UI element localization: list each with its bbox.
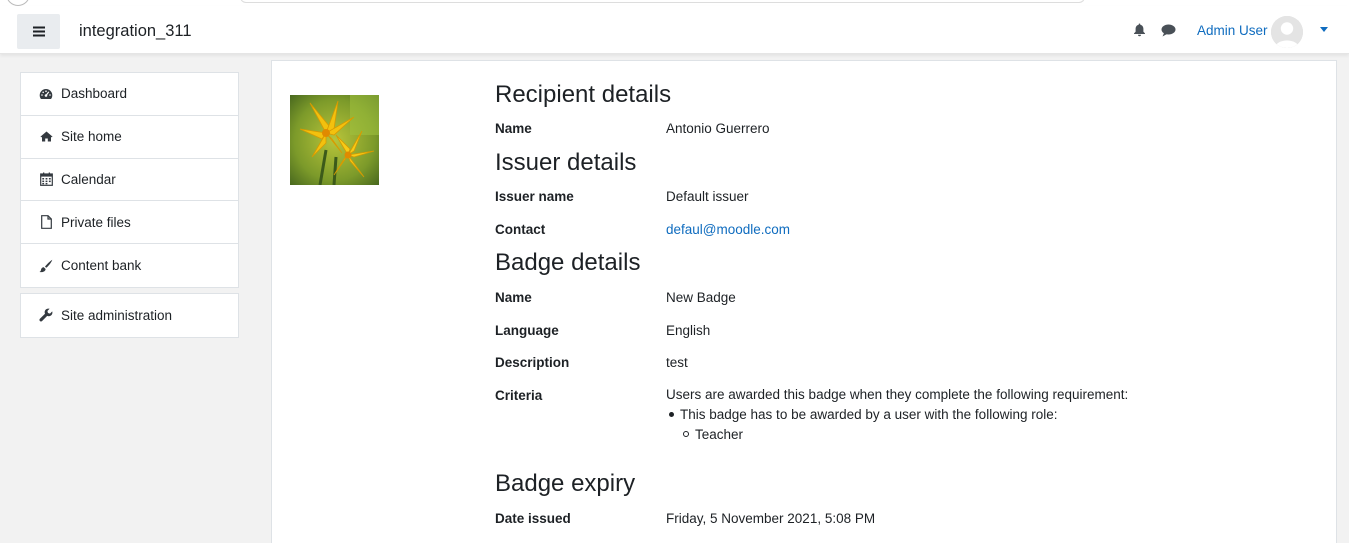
sidebar-item-label: Site administration xyxy=(61,307,173,323)
badge-criteria-list: Users are awarded this badge when they c… xyxy=(666,385,1128,445)
sidebar-admin-group: Site administration xyxy=(20,292,239,338)
sidebar-item-site-administration[interactable]: Site administration xyxy=(21,294,238,337)
home-icon xyxy=(39,130,53,144)
menu-toggle-button[interactable] xyxy=(17,14,60,49)
date-issued-value: Friday, 5 November 2021, 5:08 PM xyxy=(666,511,876,526)
badge-description-value: test xyxy=(666,355,688,370)
badge-criteria-label: Criteria xyxy=(495,388,543,403)
recipient-name-value: Antonio Guerrero xyxy=(666,121,770,136)
recipient-name-label: Name xyxy=(495,121,532,136)
dashboard-icon xyxy=(39,87,53,101)
sidebar-item-private-files[interactable]: Private files xyxy=(21,201,238,245)
badge-image xyxy=(290,95,379,185)
sidebar-item-label: Dashboard xyxy=(61,86,128,102)
badge-language-value: English xyxy=(666,323,711,338)
criteria-item-text: This badge has to be awarded by a user w… xyxy=(680,407,1058,422)
chat-icon[interactable] xyxy=(1161,24,1176,37)
sidebar-item-content-bank[interactable]: Content bank xyxy=(21,244,238,287)
sidebar-item-dashboard[interactable]: Dashboard xyxy=(21,73,238,116)
sidebar-main-group: Dashboard Site home Calendar Private fil… xyxy=(20,72,239,288)
sidebar-item-calendar[interactable]: Calendar xyxy=(21,159,238,202)
badge-description-label: Description xyxy=(495,355,570,370)
user-name[interactable]: Admin User xyxy=(1197,23,1268,38)
criteria-subitem: Teacher xyxy=(666,425,1128,445)
navbar: integration_311 Admin User xyxy=(0,6,1349,54)
menu-icon xyxy=(32,26,45,37)
bullet xyxy=(683,431,689,438)
criteria-subitem-text: Teacher xyxy=(695,427,744,442)
bullet xyxy=(669,411,674,417)
sidebar-item-site-home[interactable]: Site home xyxy=(21,116,238,159)
browser-address-bar[interactable] xyxy=(240,0,1085,3)
issuer-name-label: Issuer name xyxy=(495,189,574,204)
calendar-icon xyxy=(39,172,53,187)
sidebar-item-label: Content bank xyxy=(61,258,142,274)
issuer-contact-link[interactable]: defaul@moodle.com xyxy=(666,222,790,237)
sidebar-item-label: Site home xyxy=(61,129,122,145)
criteria-item: This badge has to be awarded by a user w… xyxy=(666,405,1128,425)
badge-name-value: New Badge xyxy=(666,290,736,305)
badge-name-label: Name xyxy=(495,290,532,305)
issuer-contact-label: Contact xyxy=(495,222,546,237)
file-icon xyxy=(39,215,53,230)
issuer-name-value: Default issuer xyxy=(666,189,749,204)
caret-down-icon[interactable] xyxy=(1320,27,1328,32)
bell-icon[interactable] xyxy=(1133,23,1146,37)
badge-details-heading: Badge details xyxy=(495,249,641,276)
sidebar-item-label: Calendar xyxy=(61,171,116,187)
recipient-details-heading: Recipient details xyxy=(495,81,672,108)
issuer-details-heading: Issuer details xyxy=(495,149,637,176)
badge-expiry-heading: Badge expiry xyxy=(495,470,636,497)
wrench-icon xyxy=(39,308,53,322)
badge-language-label: Language xyxy=(495,323,559,338)
date-issued-label: Date issued xyxy=(495,511,571,526)
sidebar-item-label: Private files xyxy=(61,214,131,230)
brush-icon xyxy=(39,259,53,273)
badge-page-card: Recipient details Name Antonio Guerrero … xyxy=(271,60,1337,543)
criteria-intro: Users are awarded this badge when they c… xyxy=(666,387,1129,402)
avatar-icon xyxy=(1271,16,1303,48)
sidebar: Dashboard Site home Calendar Private fil… xyxy=(20,72,239,343)
avatar[interactable] xyxy=(1271,16,1303,48)
site-name[interactable]: integration_311 xyxy=(79,22,192,41)
